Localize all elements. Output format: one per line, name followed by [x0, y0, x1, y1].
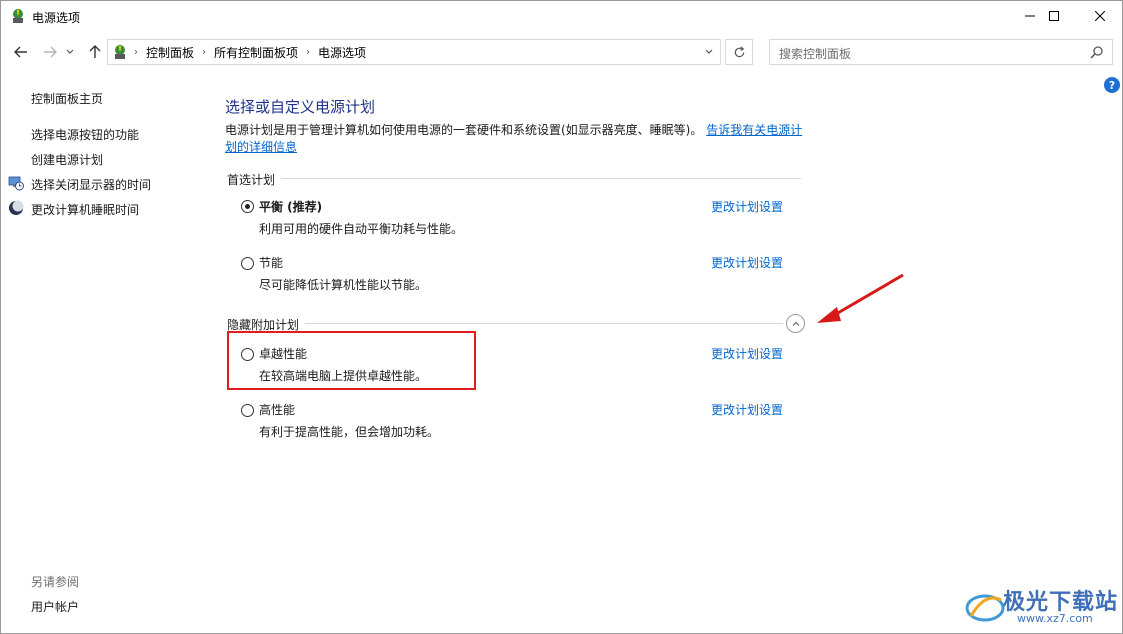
- arrow-left-icon: [14, 46, 27, 58]
- breadcrumb: › 控制面板 › 所有控制面板项 › 电源选项: [134, 44, 366, 61]
- sidebar-item-user-accounts[interactable]: 用户帐户: [31, 598, 79, 615]
- plan-balanced-desc: 利用可用的硬件自动平衡功耗与性能。: [259, 222, 464, 236]
- plan-ultimate-settings-link[interactable]: 更改计划设置: [711, 345, 783, 362]
- breadcrumb-power-options[interactable]: 电源选项: [318, 44, 366, 61]
- maximize-button[interactable]: [1031, 1, 1077, 31]
- plan-power-saver-name[interactable]: 节能: [259, 254, 283, 271]
- see-also-heading: 另请参阅: [31, 575, 80, 589]
- collapse-hidden-plans-button[interactable]: [786, 314, 805, 333]
- sidebar-item-display-off[interactable]: 选择关闭显示器的时间: [31, 176, 151, 193]
- close-button[interactable]: [1077, 1, 1123, 31]
- sidebar-item-power-button[interactable]: 选择电源按钮的功能: [31, 126, 139, 143]
- plan-balanced-name[interactable]: 平衡 (推荐): [259, 198, 322, 215]
- page-description: 电源计划是用于管理计算机如何使用电源的一套硬件和系统设置(如显示器亮度、睡眠等)…: [225, 122, 805, 156]
- help-icon[interactable]: ?: [1104, 77, 1120, 93]
- watermark-logo: 极光下载站 www.xz7.com: [963, 584, 1119, 628]
- watermark-url: www.xz7.com: [1017, 612, 1093, 625]
- plan-high-performance-radio[interactable]: [241, 404, 254, 417]
- search-icon[interactable]: [1090, 45, 1104, 59]
- arrow-up-icon: [89, 45, 101, 58]
- preferred-plans-heading: 首选计划: [227, 173, 276, 187]
- plan-power-saver-settings-link[interactable]: 更改计划设置: [711, 254, 783, 271]
- monitor-clock-icon: [8, 176, 24, 191]
- moon-sleep-icon: [9, 200, 24, 215]
- plan-high-performance-name[interactable]: 高性能: [259, 401, 295, 418]
- plan-power-saver-desc: 尽可能降低计算机性能以节能。: [259, 278, 428, 292]
- power-options-window: 电源选项 › 控制面板 › 所有控制面板项 › 电源选项 搜索控制面板 ? 控制…: [0, 0, 1123, 634]
- plan-power-saver-radio[interactable]: [241, 257, 254, 270]
- plan-balanced-settings-link[interactable]: 更改计划设置: [711, 198, 783, 215]
- maximize-icon: [1049, 11, 1059, 21]
- breadcrumb-separator: ›: [202, 47, 207, 58]
- description-text: 电源计划是用于管理计算机如何使用电源的一套硬件和系统设置(如显示器亮度、睡眠等)…: [225, 123, 703, 137]
- chevron-down-icon: [66, 49, 74, 54]
- breadcrumb-all-items[interactable]: 所有控制面板项: [214, 44, 298, 61]
- up-button[interactable]: [84, 41, 106, 63]
- address-bar[interactable]: › 控制面板 › 所有控制面板项 › 电源选项: [107, 39, 721, 65]
- sidebar-item-home[interactable]: 控制面板主页: [31, 90, 103, 107]
- forward-button[interactable]: [39, 41, 61, 63]
- divider: [305, 323, 783, 324]
- address-dropdown-icon[interactable]: [704, 47, 714, 57]
- power-options-icon: [13, 9, 23, 23]
- sidebar-item-create-plan[interactable]: 创建电源计划: [31, 151, 103, 168]
- highlight-box: [227, 331, 476, 390]
- refresh-icon: [734, 45, 744, 57]
- back-button[interactable]: [10, 41, 32, 63]
- plan-balanced-radio[interactable]: [241, 200, 254, 213]
- page-title: 选择或自定义电源计划: [225, 98, 376, 116]
- title-bar: 电源选项: [1, 1, 1122, 33]
- arrow-right-icon: [44, 46, 57, 58]
- breadcrumb-control-panel[interactable]: 控制面板: [146, 44, 194, 61]
- plan-high-performance-settings-link[interactable]: 更改计划设置: [711, 401, 783, 418]
- breadcrumb-separator: ›: [306, 47, 311, 58]
- chevron-up-icon: [792, 321, 799, 326]
- close-icon: [1095, 11, 1105, 21]
- annotation-arrow-icon: [817, 273, 904, 323]
- refresh-button[interactable]: [725, 39, 753, 65]
- sidebar-item-sleep-time[interactable]: 更改计算机睡眠时间: [31, 201, 139, 218]
- window-title: 电源选项: [32, 11, 81, 25]
- plan-high-performance-desc: 有利于提高性能，但会增加功耗。: [259, 425, 440, 439]
- search-placeholder: 搜索控制面板: [779, 47, 852, 61]
- search-input[interactable]: 搜索控制面板: [769, 39, 1113, 65]
- divider: [281, 178, 801, 179]
- breadcrumb-separator: ›: [134, 47, 138, 58]
- control-panel-icon: [115, 45, 125, 59]
- recent-locations-button[interactable]: [63, 41, 77, 63]
- watermark-swirl-icon: [965, 594, 1005, 622]
